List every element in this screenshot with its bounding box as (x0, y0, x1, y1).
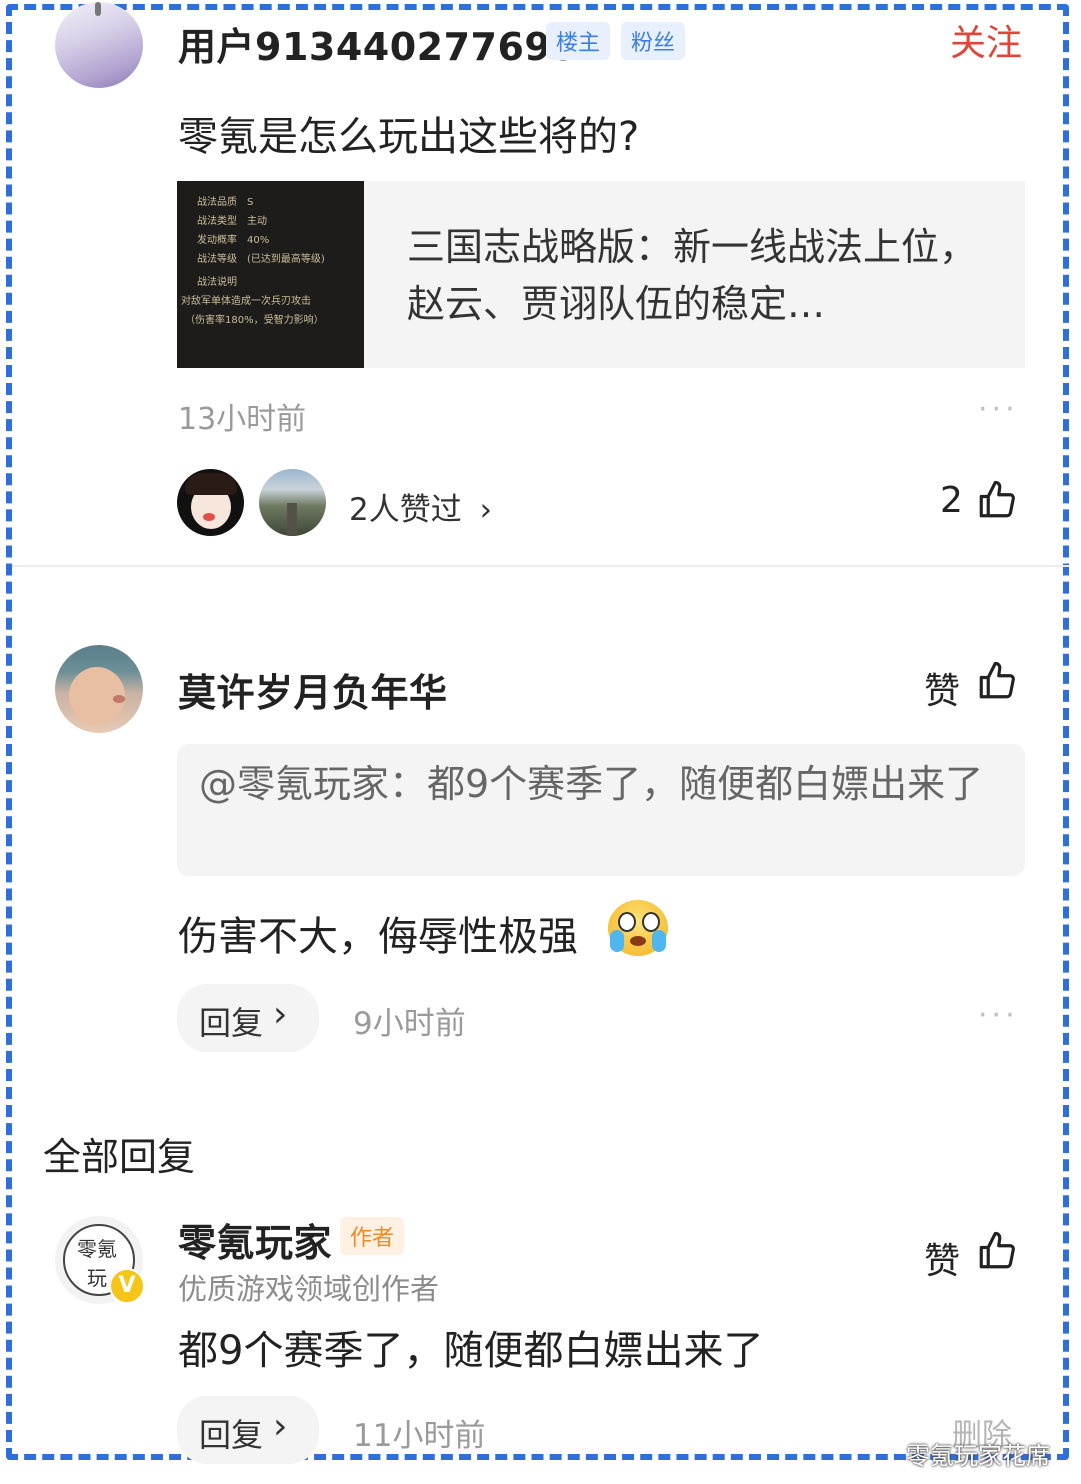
thumb-row: 战法类型 主动 (197, 216, 267, 227)
chevron-right-icon: › (479, 492, 492, 528)
post-author-name[interactable]: 用户9134402776952 (178, 16, 605, 71)
like-label: 赞 (924, 671, 961, 712)
post-text: 零氪是怎么玩出这些将的? (178, 114, 640, 160)
comment-text: 伤害不大，侮辱性极强 (178, 914, 578, 960)
post-like-count: 2 (940, 480, 963, 521)
comment-reply-button[interactable]: 回复 › (177, 984, 319, 1052)
comment-text-row: 伤害不大，侮辱性极强 (178, 898, 698, 960)
section-divider (12, 565, 1069, 567)
verified-badge-icon: V (109, 1268, 145, 1304)
thumbs-up-icon[interactable] (976, 479, 1018, 521)
likers-count-link[interactable]: 2人赞过 › (349, 484, 492, 529)
avatar-text: 玩 (87, 1266, 107, 1290)
follow-button[interactable]: 关注 (950, 14, 1022, 66)
thumb-row: 发动概率 40% (197, 235, 270, 246)
all-replies-heading: 全部回复 (43, 1135, 196, 1179)
commenter-name[interactable]: 莫许岁月负年华 (178, 662, 448, 717)
reply-label: 回复 (199, 1416, 264, 1454)
article-title: 三国志战略版：新一线战法上位，赵云、贾诩队伍的稳定… (407, 225, 978, 326)
chevron-right-icon: › (273, 994, 288, 1035)
reply-text: 都9个赛季了，随便都白嫖出来了 (178, 1328, 764, 1374)
thumb-desc-line: 对敌军单体造成一次兵刃攻击 (181, 296, 311, 307)
reply-author-name[interactable]: 零氪玩家 (178, 1212, 332, 1267)
owner-badge: 楼主 (546, 22, 611, 60)
comment-more-icon[interactable]: ··· (978, 998, 1019, 1033)
comment-like-button[interactable]: 赞 (924, 660, 1024, 712)
article-thumbnail: 战法品质 S 战法类型 主动 发动概率 40% 战法等级 (已达到最高等级) 战… (177, 181, 364, 368)
quoted-text: @零氪玩家：都9个赛季了，随便都白嫖出来了 (199, 762, 984, 806)
reply-reply-button[interactable]: 回复 › (177, 1396, 319, 1464)
thumb-desc-line: （伤害率180%，受智力影响） (185, 315, 324, 326)
thumb-desc-title: 战法说明 (197, 277, 237, 288)
fan-badge: 粉丝 (621, 22, 686, 60)
thumbs-up-icon (979, 661, 1015, 699)
thumbs-up-icon (979, 1231, 1015, 1269)
reply-author-avatar[interactable]: 零氪 玩 V (55, 1216, 145, 1304)
thumb-row: 战法等级 (已达到最高等级) (197, 254, 325, 265)
commenter-avatar[interactable] (55, 645, 143, 733)
quoted-reply[interactable]: @零氪玩家：都9个赛季了，随便都白嫖出来了 (177, 744, 1025, 876)
avatar-text: 零氪 (77, 1237, 117, 1261)
reply-time: 11小时前 (353, 1418, 486, 1454)
liker-avatar[interactable] (177, 469, 244, 536)
watermark: 零氪玩家花席 (906, 1442, 1050, 1470)
liker-avatar[interactable] (259, 469, 326, 536)
post-author-avatar[interactable] (55, 2, 143, 88)
thumb-row: 战法品质 S (197, 197, 254, 208)
post-more-icon[interactable]: ··· (978, 392, 1019, 427)
comment-time: 9小时前 (353, 1006, 466, 1042)
reply-like-button[interactable]: 赞 (924, 1230, 1024, 1282)
author-badge: 作者 (340, 1217, 405, 1255)
chevron-right-icon: › (273, 1406, 288, 1447)
post-time: 13小时前 (178, 402, 307, 437)
article-link-card[interactable]: 战法品质 S 战法类型 主动 发动概率 40% 战法等级 (已达到最高等级) 战… (177, 181, 1025, 368)
reply-author-subtitle: 优质游戏领域创作者 (178, 1272, 440, 1306)
likers-text: 2人赞过 (349, 492, 462, 528)
reply-label: 回复 (199, 1004, 264, 1042)
crying-emoji-icon (608, 900, 668, 956)
like-label: 赞 (924, 1241, 961, 1282)
